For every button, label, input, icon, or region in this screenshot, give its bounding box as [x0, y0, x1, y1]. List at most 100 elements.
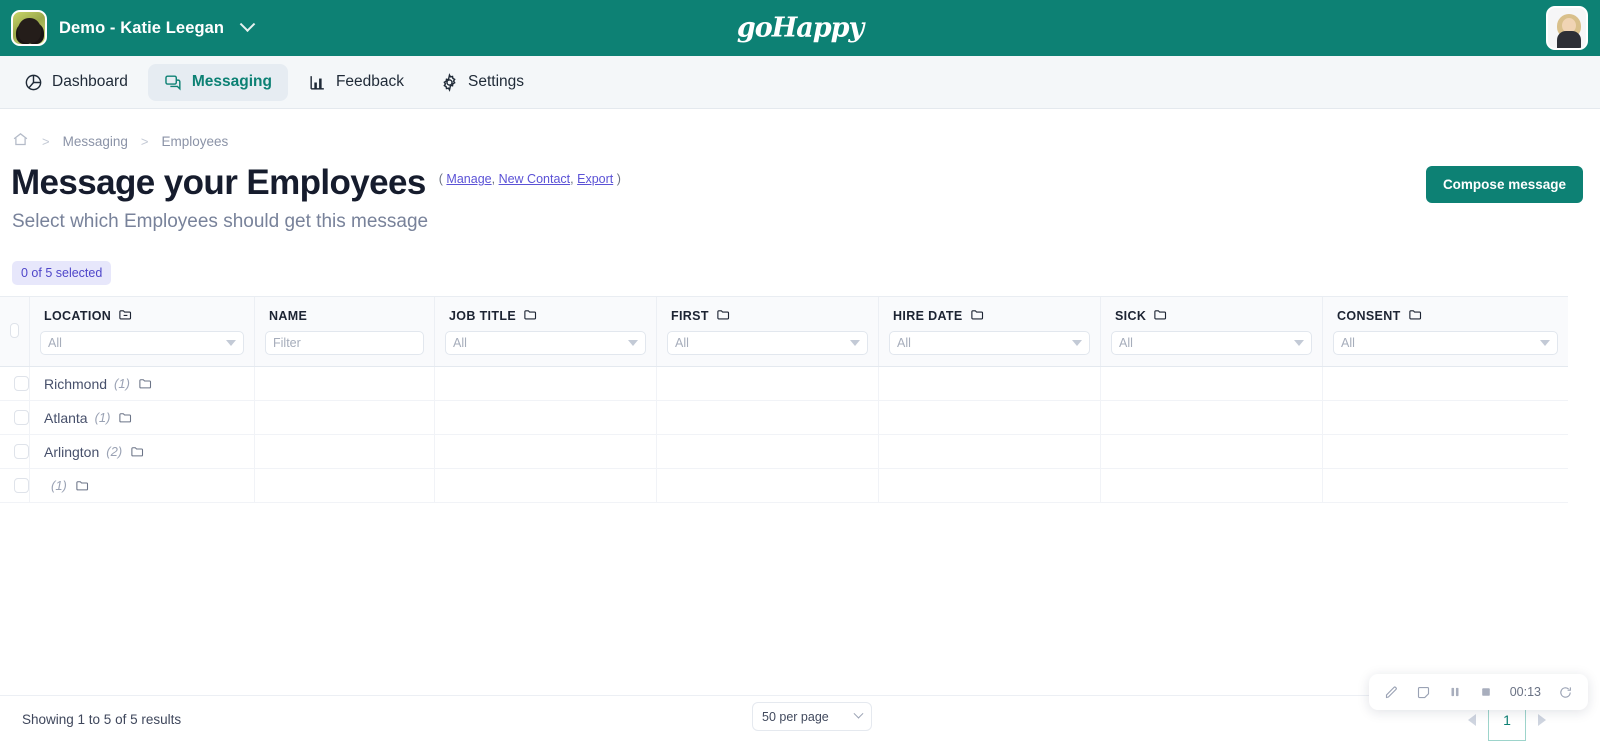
chevron-down-icon [226, 340, 236, 346]
column-name: NAME Filter [255, 297, 435, 366]
filter-hire-date[interactable]: All [889, 331, 1090, 355]
folder-icon[interactable] [118, 410, 133, 425]
cell-job-title [435, 401, 657, 434]
chevron-down-icon [853, 708, 864, 719]
folder-minus-icon[interactable] [118, 307, 133, 325]
filter-job-title[interactable]: All [445, 331, 646, 355]
cell-consent [1323, 401, 1568, 434]
chevron-down-icon [1072, 340, 1082, 346]
chevron-down-icon [1294, 340, 1304, 346]
cell-name [255, 401, 435, 434]
org-switcher[interactable]: Demo - Katie Leegan [0, 10, 256, 46]
table-row[interactable]: Richmond (1) [0, 367, 1568, 401]
chevron-down-icon [1540, 340, 1550, 346]
cell-sick [1101, 435, 1323, 468]
pause-icon[interactable] [1448, 685, 1462, 699]
select-all-checkbox[interactable] [10, 323, 19, 338]
paren-close: ) [616, 172, 621, 186]
per-page-select[interactable]: 50 per page [752, 702, 872, 731]
cell-first [657, 469, 879, 502]
cell-consent [1323, 367, 1568, 400]
column-label-name: NAME [269, 308, 308, 323]
table-footer: Showing 1 to 5 of 5 results 50 per page … [0, 695, 1568, 743]
filter-first[interactable]: All [667, 331, 868, 355]
cell-sick [1101, 401, 1323, 434]
folder-icon[interactable] [716, 307, 731, 325]
folder-icon[interactable] [1408, 307, 1423, 325]
nav-item-feedback[interactable]: Feedback [292, 64, 420, 101]
cell-consent [1323, 469, 1568, 502]
cell-location[interactable]: Arlington (2) [30, 435, 255, 468]
filter-job-title-value: All [453, 336, 467, 350]
filter-sick[interactable]: All [1111, 331, 1312, 355]
column-label-sick: SICK [1115, 308, 1147, 323]
cell-first [657, 435, 879, 468]
folder-icon[interactable] [138, 376, 153, 391]
nav-item-settings[interactable]: Settings [424, 64, 540, 101]
row-checkbox[interactable] [14, 478, 29, 493]
nav-label-dashboard: Dashboard [52, 73, 128, 90]
chevron-right-icon [1538, 714, 1546, 726]
filter-consent[interactable]: All [1333, 331, 1558, 355]
column-label-location: LOCATION [44, 308, 112, 323]
folder-icon[interactable] [970, 307, 985, 325]
cell-location[interactable]: Richmond (1) [30, 367, 255, 400]
row-checkbox[interactable] [14, 376, 29, 391]
home-icon[interactable] [12, 131, 29, 151]
breadcrumb-item-employees[interactable]: Employees [161, 134, 228, 149]
screen-recorder-toolbar: 00:13 [1368, 674, 1588, 710]
filter-name-placeholder: Filter [273, 336, 301, 350]
row-checkbox[interactable] [14, 444, 29, 459]
cell-location[interactable]: Atlanta (1) [30, 401, 255, 434]
chevron-down-icon[interactable] [239, 15, 256, 32]
folder-icon[interactable] [75, 478, 90, 493]
table-row[interactable]: (1) [0, 469, 1568, 503]
restart-icon[interactable] [1558, 685, 1573, 700]
breadcrumb-item-messaging[interactable]: Messaging [63, 134, 128, 149]
folder-icon[interactable] [1153, 307, 1168, 325]
note-icon[interactable] [1416, 685, 1431, 700]
table-row[interactable]: Atlanta (1) [0, 401, 1568, 435]
chevron-down-icon [628, 340, 638, 346]
top-bar: Demo - Katie Leegan goHappy [0, 0, 1600, 56]
manage-link[interactable]: Manage [446, 172, 491, 186]
gear-icon [440, 72, 459, 92]
filter-name[interactable]: Filter [265, 331, 424, 355]
chat-bubbles-icon [164, 73, 183, 92]
cell-hire-date [879, 401, 1101, 434]
cell-name [255, 435, 435, 468]
results-summary: Showing 1 to 5 of 5 results [22, 712, 182, 727]
table-row[interactable]: Arlington (2) [0, 435, 1568, 469]
nav-item-messaging[interactable]: Messaging [147, 63, 288, 101]
folder-icon[interactable] [523, 307, 538, 325]
user-avatar[interactable] [1546, 6, 1588, 50]
nav-item-dashboard[interactable]: Dashboard [8, 64, 144, 101]
employees-table: LOCATION All NAME Filter JOB TITLE All F… [0, 296, 1568, 503]
breadcrumb-separator-1: > [42, 133, 50, 149]
column-sick: SICK All [1101, 297, 1323, 366]
location-name: Richmond [44, 375, 108, 392]
cell-location[interactable]: (1) [30, 469, 255, 502]
nav-label-feedback: Feedback [335, 73, 405, 90]
nav-label-settings: Settings [468, 73, 525, 90]
stop-icon[interactable] [1479, 685, 1493, 699]
filter-location[interactable]: All [40, 331, 244, 355]
compose-message-button[interactable]: Compose message [1425, 166, 1583, 203]
table-body: Richmond (1) Atlanta (1) Arlington (2) (… [0, 367, 1568, 503]
comma-1: , [491, 172, 496, 186]
location-name: Atlanta [44, 409, 88, 426]
breadcrumb-separator-2: > [140, 133, 149, 149]
pen-icon[interactable] [1384, 685, 1399, 700]
cell-hire-date [879, 469, 1101, 502]
cell-job-title [435, 367, 657, 400]
folder-icon[interactable] [130, 444, 145, 459]
cell-job-title [435, 435, 657, 468]
cell-job-title [435, 469, 657, 502]
row-checkbox[interactable] [14, 410, 29, 425]
new-contact-link[interactable]: New Contact [499, 172, 571, 186]
bar-chart-icon [308, 73, 327, 92]
export-link[interactable]: Export [577, 172, 613, 186]
breadcrumb: > Messaging > Employees [0, 109, 1600, 151]
location-name: Arlington [44, 443, 100, 460]
column-job-title: JOB TITLE All [435, 297, 657, 366]
